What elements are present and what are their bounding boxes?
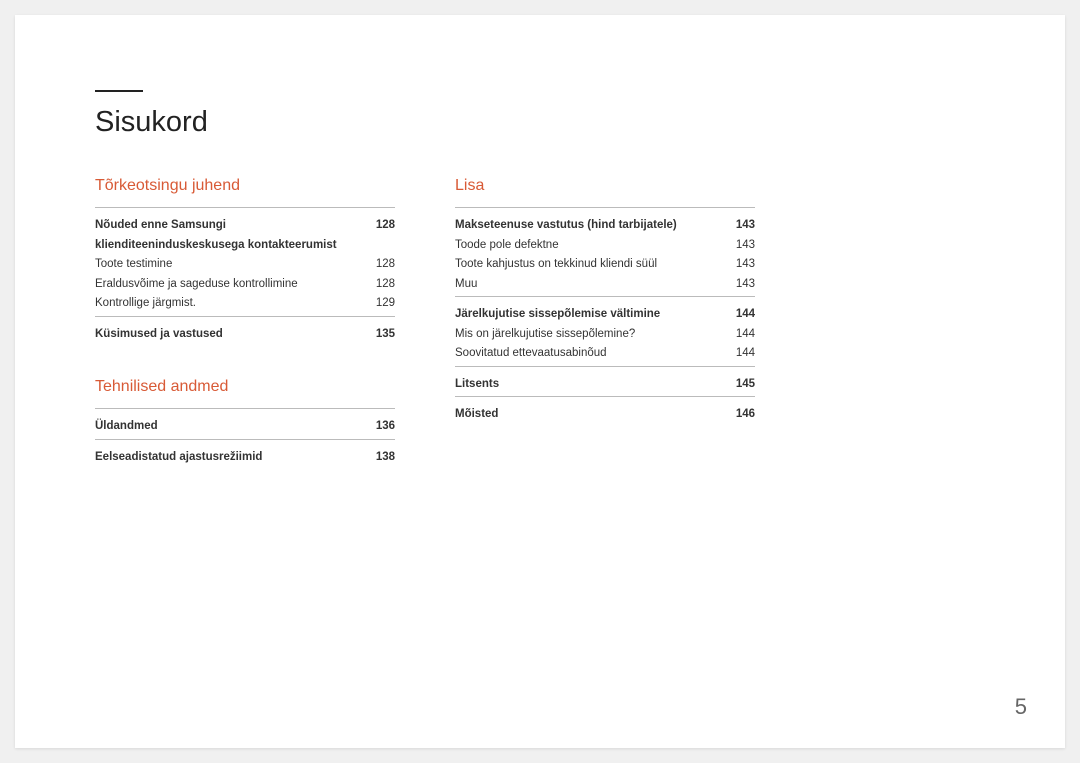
toc-entry-page: 129 [367, 294, 395, 314]
section-heading[interactable]: Lisa [455, 177, 755, 195]
toc-entry-label: Järelkujutise sissepõlemise vältimine [455, 305, 727, 325]
toc-entry-label: Eelseadistatud ajastusrežiimid [95, 448, 367, 468]
toc-group: Mõisted146 [455, 396, 755, 427]
toc-entry-page: 135 [367, 325, 395, 345]
toc-group: Eelseadistatud ajastusrežiimid138 [95, 439, 395, 470]
toc-entry[interactable]: Toote kahjustus on tekkinud kliendi süül… [455, 255, 755, 275]
toc-group: Küsimused ja vastused135 [95, 316, 395, 347]
toc-entry[interactable]: Eraldusvõime ja sageduse kontrollimine12… [95, 275, 395, 295]
right-column: Lisa Makseteenuse vastutus (hind tarbijat… [455, 177, 755, 469]
page-title: Sisukord [95, 106, 985, 139]
toc-entry[interactable]: Üldandmed136 [95, 417, 395, 437]
toc-entry-page: 138 [367, 448, 395, 468]
toc-entry[interactable]: Soovitatud ettevaatusabinõud144 [455, 344, 755, 364]
toc-entry[interactable]: Nõuded enne Samsungi klienditeeninduskes… [95, 216, 395, 255]
left-column: Tõrkeotsingu juhend Nõuded enne Samsungi … [95, 177, 395, 469]
toc-entry[interactable]: Muu143 [455, 275, 755, 295]
toc-entry-page: 128 [367, 216, 395, 255]
section-heading[interactable]: Tehnilised andmed [95, 378, 395, 396]
toc-entry-label: Makseteenuse vastutus (hind tarbijatele) [455, 216, 727, 236]
toc-entry-page: 144 [727, 305, 755, 325]
toc-entry-page: 145 [727, 375, 755, 395]
toc-entry-label: Küsimused ja vastused [95, 325, 367, 345]
toc-entry-label: Üldandmed [95, 417, 367, 437]
toc-entry[interactable]: Järelkujutise sissepõlemise vältimine144 [455, 305, 755, 325]
toc-entry[interactable]: Toote testimine128 [95, 255, 395, 275]
toc-entry-label: Mis on järelkujutise sissepõlemine? [455, 325, 727, 345]
toc-entry[interactable]: Litsents145 [455, 375, 755, 395]
toc-entry[interactable]: Mõisted146 [455, 405, 755, 425]
toc-entry-page: 144 [727, 325, 755, 345]
toc-group: Nõuded enne Samsungi klienditeeninduskes… [95, 207, 395, 316]
toc-entry-page: 146 [727, 405, 755, 425]
document-page: Sisukord Tõrkeotsingu juhend Nõuded enne … [15, 15, 1065, 748]
toc-entry-page: 144 [727, 344, 755, 364]
toc-entry-page: 143 [727, 216, 755, 236]
toc-entry-page: 143 [727, 255, 755, 275]
toc-entry-page: 143 [727, 236, 755, 256]
toc-entry-label: Kontrollige järgmist. [95, 294, 367, 314]
toc-entry-page: 128 [367, 275, 395, 295]
toc-entry-label: Nõuded enne Samsungi klienditeeninduskes… [95, 216, 367, 255]
toc-entry-label: Eraldusvõime ja sageduse kontrollimine [95, 275, 367, 295]
toc-group: Järelkujutise sissepõlemise vältimine144… [455, 296, 755, 366]
toc-group: Üldandmed136 [95, 408, 395, 439]
toc-entry-label: Toote kahjustus on tekkinud kliendi süül [455, 255, 727, 275]
toc-entry-label: Litsents [455, 375, 727, 395]
toc-entry-label: Toode pole defektne [455, 236, 727, 256]
page-number: 5 [1015, 694, 1027, 720]
title-rule [95, 90, 143, 92]
toc-entry-label: Muu [455, 275, 727, 295]
toc-entry-page: 136 [367, 417, 395, 437]
toc-group: Litsents145 [455, 366, 755, 397]
toc-entry-label: Mõisted [455, 405, 727, 425]
toc-group: Makseteenuse vastutus (hind tarbijatele)… [455, 207, 755, 296]
toc-entry-label: Soovitatud ettevaatusabinõud [455, 344, 727, 364]
toc-entry[interactable]: Kontrollige järgmist.129 [95, 294, 395, 314]
toc-entry[interactable]: Toode pole defektne143 [455, 236, 755, 256]
toc-entry-page: 143 [727, 275, 755, 295]
toc-entry[interactable]: Makseteenuse vastutus (hind tarbijatele)… [455, 216, 755, 236]
section-spacer [95, 346, 395, 378]
toc-entry[interactable]: Mis on järelkujutise sissepõlemine?144 [455, 325, 755, 345]
toc-entry[interactable]: Eelseadistatud ajastusrežiimid138 [95, 448, 395, 468]
toc-entry-label: Toote testimine [95, 255, 367, 275]
toc-columns: Tõrkeotsingu juhend Nõuded enne Samsungi … [95, 177, 985, 469]
section-heading[interactable]: Tõrkeotsingu juhend [95, 177, 395, 195]
toc-entry[interactable]: Küsimused ja vastused135 [95, 325, 395, 345]
toc-entry-page: 128 [367, 255, 395, 275]
